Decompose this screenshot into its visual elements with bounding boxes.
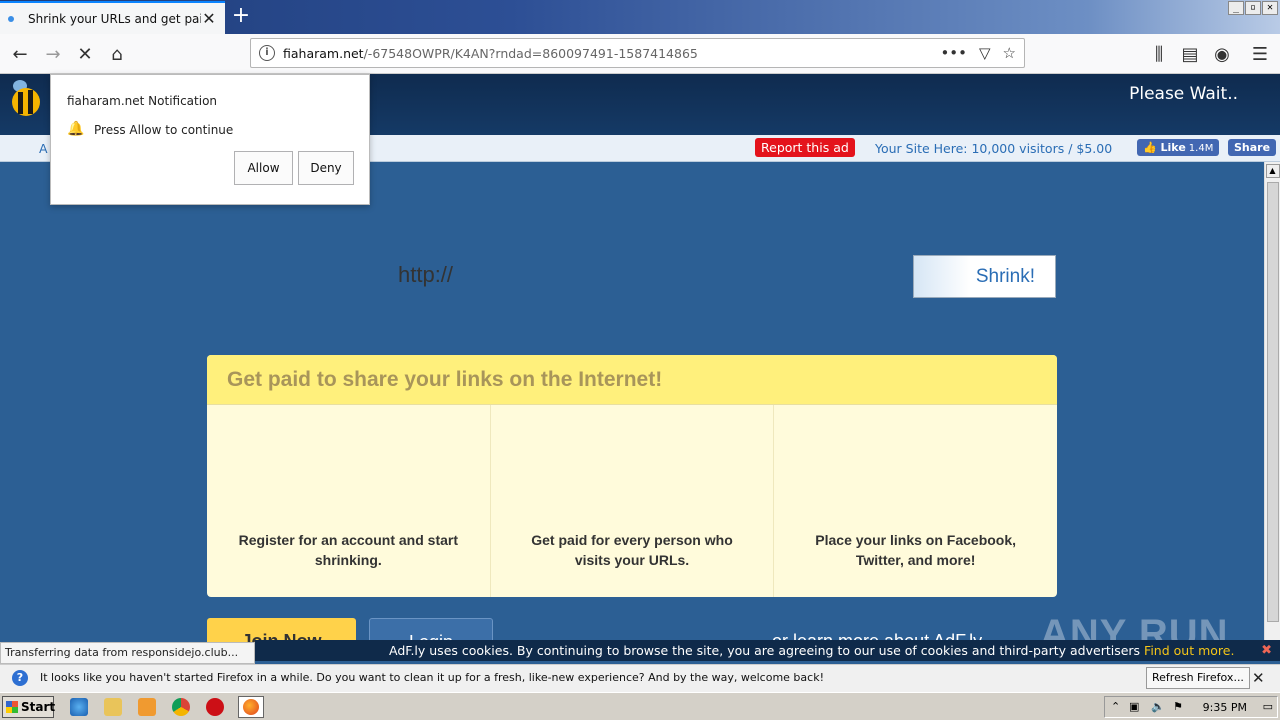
bell-icon: 🔔 bbox=[67, 121, 85, 137]
folder-icon[interactable] bbox=[104, 698, 122, 716]
panel-column-share: Place your links on Facebook, Twitter, a… bbox=[815, 532, 1017, 568]
page-scrollbar[interactable]: ▲ bbox=[1264, 162, 1280, 640]
firefox-notification-message: It looks like you haven't started Firefo… bbox=[40, 671, 824, 684]
cookie-text: AdF.ly uses cookies. By continuing to br… bbox=[389, 643, 1141, 658]
media-player-icon[interactable] bbox=[138, 698, 156, 716]
system-tray: ⌃ ▣ 🔈 ⚑ 9:35 PM ▭ bbox=[1104, 696, 1278, 718]
page-actions-icon[interactable]: ••• bbox=[940, 44, 967, 62]
deny-button[interactable]: Deny bbox=[298, 151, 354, 185]
account-icon[interactable]: ◉ bbox=[1209, 42, 1235, 66]
adbar-link[interactable]: A bbox=[39, 141, 48, 156]
stop-icon[interactable]: ✕ bbox=[72, 42, 98, 66]
bee-logo-icon bbox=[12, 80, 40, 116]
status-bar: Transferring data from responsidejo.club… bbox=[0, 642, 255, 664]
navigation-toolbar: ← → ✕ ⌂ i fiaharam.net/-67548OWPR/K4AN?r… bbox=[0, 34, 1280, 74]
bookmark-star-icon[interactable]: ☆ bbox=[1003, 44, 1016, 62]
allow-button[interactable]: Allow bbox=[234, 151, 293, 185]
question-icon: ? bbox=[12, 670, 28, 686]
facebook-like-button[interactable]: 👍 Like 1.4M bbox=[1137, 139, 1220, 156]
sidebar-icon[interactable]: ▤ bbox=[1177, 42, 1203, 66]
cookie-bar: AdF.ly uses cookies. By continuing to br… bbox=[255, 640, 1280, 661]
tab-close-icon[interactable]: ✕ bbox=[201, 9, 217, 28]
refresh-firefox-button[interactable]: Refresh Firefox... bbox=[1146, 667, 1250, 689]
network-icon[interactable]: ▣ bbox=[1129, 700, 1139, 713]
tab-strip: Shrink your URLs and get paid! ✕ + _ ▫ ✕ bbox=[0, 0, 1280, 34]
join-now-button[interactable]: Join Now bbox=[207, 618, 356, 642]
tray-expand-icon[interactable]: ⌃ bbox=[1111, 700, 1120, 713]
firefox-taskbar-button[interactable] bbox=[238, 696, 264, 718]
windows-logo-icon bbox=[6, 701, 18, 713]
scroll-up-icon[interactable]: ▲ bbox=[1265, 164, 1280, 178]
scroll-thumb[interactable] bbox=[1266, 182, 1279, 622]
cookie-find-out-more-link[interactable]: Find out more. bbox=[1144, 643, 1234, 658]
shrink-button[interactable]: Shrink! bbox=[913, 255, 1056, 298]
close-window-button[interactable]: ✕ bbox=[1262, 1, 1278, 15]
cookie-close-icon[interactable]: ✖ bbox=[1261, 640, 1272, 661]
notification-permission-popup: fiaharam.net Notification 🔔 Press Allow … bbox=[50, 74, 370, 205]
opera-icon[interactable] bbox=[206, 698, 224, 716]
minimize-button[interactable]: _ bbox=[1228, 1, 1244, 15]
start-button[interactable]: Start bbox=[2, 696, 55, 718]
site-info-icon[interactable]: i bbox=[259, 45, 275, 61]
tab-title: Shrink your URLs and get paid! bbox=[28, 11, 201, 26]
popup-title: fiaharam.net Notification bbox=[67, 94, 218, 108]
volume-icon[interactable]: 🔈 bbox=[1151, 700, 1165, 713]
windows-taskbar: Start ⌃ ▣ 🔈 ⚑ 9:35 PM ▭ bbox=[0, 692, 1280, 720]
pocket-icon[interactable]: ▽ bbox=[979, 44, 991, 62]
flag-icon[interactable]: ⚑ bbox=[1173, 700, 1183, 713]
back-icon[interactable]: ← bbox=[7, 42, 33, 66]
please-wait-text: Please Wait.. bbox=[1129, 84, 1238, 104]
maximize-button[interactable]: ▫ bbox=[1245, 1, 1261, 15]
window-controls: _ ▫ ✕ bbox=[1228, 1, 1278, 15]
login-button[interactable]: Login bbox=[369, 618, 493, 642]
panel-column-get-paid: Get paid for every person who visits you… bbox=[491, 405, 775, 597]
new-tab-button[interactable]: + bbox=[229, 3, 253, 29]
url-text[interactable]: fiaharam.net/-67548OWPR/K4AN?rndad=86009… bbox=[283, 46, 940, 61]
shrink-url-input[interactable]: http:// bbox=[398, 262, 453, 288]
library-icon[interactable]: ⫼ bbox=[1146, 42, 1172, 66]
panel-heading: Get paid to share your links on the Inte… bbox=[207, 355, 1057, 405]
chrome-icon[interactable] bbox=[172, 698, 190, 716]
home-icon[interactable]: ⌂ bbox=[104, 42, 130, 66]
address-bar[interactable]: i fiaharam.net/-67548OWPR/K4AN?rndad=860… bbox=[250, 38, 1025, 68]
notification-close-icon[interactable]: ✕ bbox=[1252, 669, 1265, 687]
menu-icon[interactable]: ☰ bbox=[1247, 42, 1273, 66]
show-desktop-icon[interactable]: ▭ bbox=[1263, 700, 1273, 713]
ie-icon[interactable] bbox=[70, 698, 88, 716]
your-site-here-link[interactable]: Your Site Here: 10,000 visitors / $5.00 bbox=[875, 141, 1112, 156]
forward-icon[interactable]: → bbox=[40, 42, 66, 66]
tab-active[interactable]: Shrink your URLs and get paid! ✕ bbox=[0, 1, 225, 34]
tab-loading-icon bbox=[8, 15, 14, 22]
report-ad-button[interactable]: Report this ad bbox=[755, 138, 855, 157]
panel-column-register: Register for an account and start shrink… bbox=[207, 405, 491, 597]
info-panel: Get paid to share your links on the Inte… bbox=[207, 355, 1057, 597]
popup-message: Press Allow to continue bbox=[94, 123, 234, 137]
firefox-notification-bar: ? It looks like you haven't started Fire… bbox=[0, 664, 1280, 692]
clock[interactable]: 9:35 PM bbox=[1203, 701, 1247, 714]
facebook-share-button[interactable]: Share bbox=[1228, 139, 1277, 156]
